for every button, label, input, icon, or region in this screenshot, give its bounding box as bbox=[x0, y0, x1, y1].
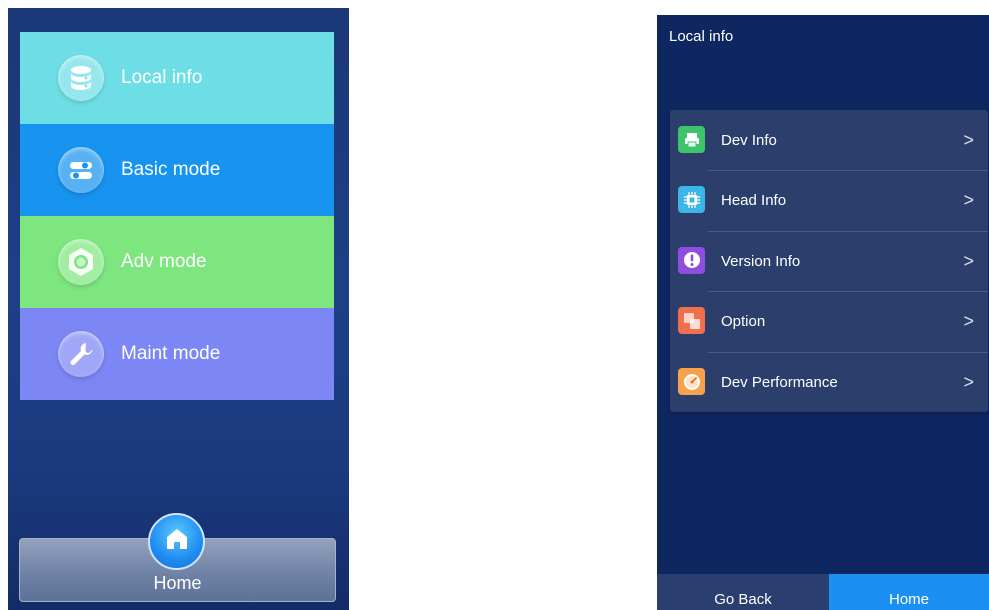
menu-item-label: Maint mode bbox=[121, 343, 221, 364]
go-back-button[interactable]: Go Back bbox=[657, 574, 829, 610]
toggle-switches-icon bbox=[58, 147, 104, 193]
list-item-dev-performance[interactable]: Dev Performance > bbox=[670, 351, 988, 412]
home-label: Home bbox=[888, 591, 929, 608]
home-icon-button[interactable] bbox=[148, 513, 205, 570]
chevron-right-icon: > bbox=[963, 371, 974, 392]
home-button[interactable]: Home bbox=[829, 574, 989, 610]
bottom-nav: Go Back Home bbox=[657, 574, 989, 610]
menu-item-local-info[interactable]: Local info bbox=[20, 32, 334, 124]
hex-nut-icon bbox=[58, 239, 104, 285]
main-menu: Local info Basic mode Adv mode Maint mod… bbox=[20, 32, 334, 400]
info-list: Dev Info > Head Info > Version Info > Op… bbox=[670, 110, 988, 412]
chevron-right-icon: > bbox=[963, 311, 974, 332]
gauge-icon bbox=[678, 367, 705, 395]
layers-icon bbox=[678, 307, 705, 335]
go-back-label: Go Back bbox=[714, 591, 772, 608]
list-item-dev-info[interactable]: Dev Info > bbox=[670, 110, 988, 170]
list-item-head-info[interactable]: Head Info > bbox=[670, 170, 988, 230]
list-item-label: Option bbox=[721, 313, 766, 331]
menu-item-maint-mode[interactable]: Maint mode bbox=[20, 308, 334, 400]
chip-icon bbox=[678, 186, 705, 214]
local-info-screen: Local info Dev Info > Head Info > Versio… bbox=[657, 15, 989, 610]
list-item-label: Version Info bbox=[721, 252, 801, 270]
home-label: Home bbox=[153, 573, 202, 593]
exclamation-icon bbox=[678, 246, 705, 274]
wrench-icon bbox=[58, 331, 104, 377]
chevron-right-icon: > bbox=[963, 250, 974, 271]
main-menu-screen: Local info Basic mode Adv mode Maint mod… bbox=[8, 8, 349, 610]
menu-item-label: Adv mode bbox=[121, 251, 207, 272]
chevron-right-icon: > bbox=[963, 190, 974, 211]
database-icon bbox=[58, 55, 104, 101]
list-item-label: Head Info bbox=[721, 192, 787, 210]
list-item-label: Dev Performance bbox=[721, 373, 838, 391]
page-title: Local info bbox=[669, 28, 734, 45]
menu-item-adv-mode[interactable]: Adv mode bbox=[20, 216, 334, 308]
printer-icon bbox=[678, 126, 705, 153]
list-item-label: Dev Info bbox=[721, 132, 777, 149]
menu-item-label: Local info bbox=[121, 67, 203, 88]
list-item-option[interactable]: Option > bbox=[670, 291, 988, 351]
home-icon bbox=[163, 525, 191, 558]
menu-item-label: Basic mode bbox=[121, 159, 221, 180]
menu-item-basic-mode[interactable]: Basic mode bbox=[20, 124, 334, 216]
chevron-right-icon: > bbox=[963, 130, 974, 150]
list-item-version-info[interactable]: Version Info > bbox=[670, 230, 988, 291]
